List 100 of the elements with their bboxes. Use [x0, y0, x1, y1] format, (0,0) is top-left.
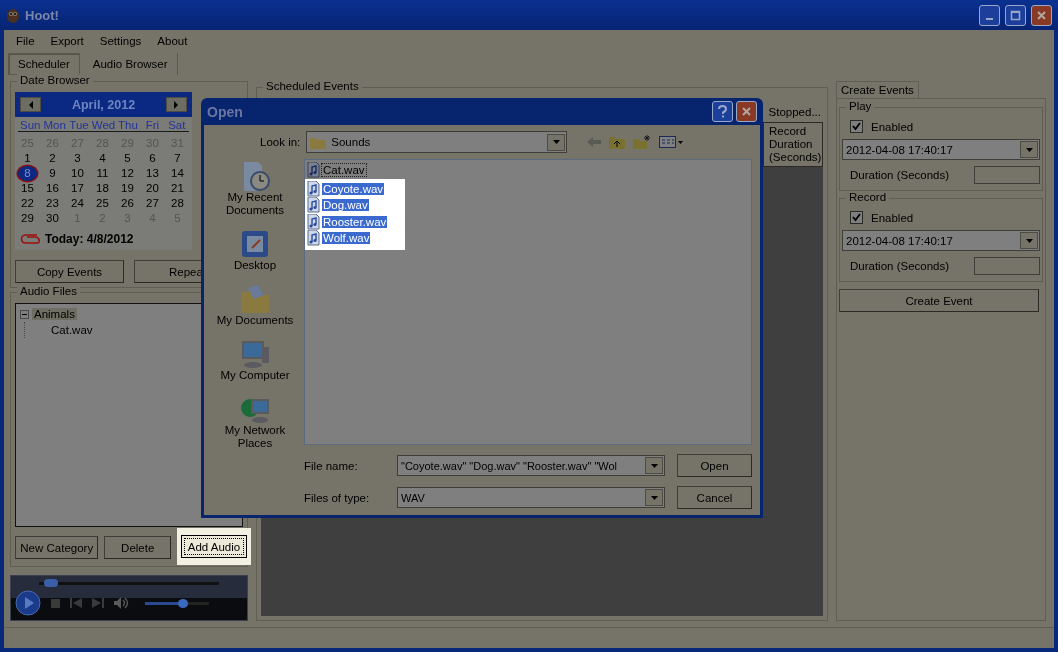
minimize-button[interactable]: [979, 4, 1000, 26]
music-file-icon: [307, 180, 320, 197]
menu-item[interactable]: About: [149, 33, 196, 51]
maximize-button[interactable]: [1005, 4, 1026, 26]
close-icon: [1036, 9, 1047, 21]
help-icon: [717, 105, 728, 118]
menu-item[interactable]: Export: [42, 33, 92, 51]
file-list[interactable]: Cat.wav Coyote.wav Dog.wav Rooster.wav Wolf.wav: [304, 159, 752, 445]
close-button[interactable]: [736, 101, 757, 122]
calendar-day[interactable]: 20: [140, 181, 165, 196]
tab[interactable]: Scheduler: [8, 53, 80, 75]
calendar-day[interactable]: 3: [65, 151, 90, 166]
calendar-day[interactable]: 22: [15, 196, 40, 211]
checkbox[interactable]: [850, 120, 863, 133]
date-time-picker[interactable]: 2012-04-08 17:40:17: [842, 230, 1040, 251]
tab[interactable]: Create Events: [836, 81, 919, 98]
menu-item[interactable]: Settings: [91, 33, 150, 51]
file-name-field[interactable]: "Coyote.wav" "Dog.wav" "Rooster.wav" "Wol: [397, 455, 665, 476]
field-value: "Coyote.wav" "Dog.wav" "Rooster.wav" "Wol: [401, 459, 618, 472]
calendar-day[interactable]: 26: [115, 196, 140, 211]
calendar-day[interactable]: 13: [140, 166, 165, 181]
minimize-icon: [986, 18, 993, 20]
seek-thumb[interactable]: [43, 579, 58, 587]
help-button[interactable]: [712, 101, 733, 122]
button[interactable]: Copy Events: [15, 260, 124, 283]
button[interactable]: Cancel: [677, 486, 752, 509]
dropdown-button[interactable]: [1020, 141, 1038, 158]
calendar-day[interactable]: 19: [115, 181, 140, 196]
button[interactable]: Delete: [104, 536, 171, 559]
calendar-day[interactable]: 27: [140, 196, 165, 211]
checkbox[interactable]: [850, 211, 863, 224]
calendar-day[interactable]: 16: [40, 181, 65, 196]
duration-field[interactable]: [974, 257, 1040, 275]
calendar-day[interactable]: 25: [90, 196, 115, 211]
dropdown-button[interactable]: [645, 489, 663, 506]
field-label: Look in:: [260, 136, 301, 148]
calendar-day[interactable]: 21: [165, 181, 190, 196]
music-file-icon: [307, 162, 320, 179]
duration-field[interactable]: [974, 166, 1040, 184]
view-menu-icon[interactable]: [659, 136, 684, 148]
file-type-dropdown[interactable]: WAV: [397, 487, 665, 508]
places-item[interactable]: My Recent Documents: [212, 161, 298, 217]
play-icon[interactable]: [15, 590, 41, 616]
caret-icon: [1024, 145, 1034, 154]
previous-month-button[interactable]: [20, 97, 41, 112]
computer-icon: [240, 339, 270, 369]
calendar-day[interactable]: 9: [40, 166, 65, 181]
collapse-icon[interactable]: [20, 309, 29, 319]
calendar-day[interactable]: 1: [15, 151, 40, 166]
dropdown-button[interactable]: [547, 133, 566, 151]
file-name[interactable]: Dog.wav: [322, 199, 369, 212]
menu-item[interactable]: File: [8, 33, 43, 51]
calendar-day[interactable]: 8: [18, 166, 37, 181]
calendar-day[interactable]: 5: [115, 151, 140, 166]
calendar-day[interactable]: 7: [165, 151, 190, 166]
calendar-day[interactable]: 2: [40, 151, 65, 166]
file-name[interactable]: Coyote.wav: [322, 182, 385, 195]
weekday-label: Mon: [42, 119, 67, 131]
tree-item[interactable]: Cat.wav: [49, 324, 95, 336]
up-folder-icon[interactable]: [609, 135, 626, 149]
calendar-day[interactable]: 29: [15, 211, 40, 226]
volume-thumb[interactable]: [178, 598, 189, 608]
button[interactable]: New Category: [15, 536, 99, 559]
tree-item[interactable]: Animals: [32, 308, 77, 320]
field-label: Duration (Seconds): [850, 169, 950, 181]
folder-icon: [240, 284, 270, 314]
folder-dropdown[interactable]: Sounds: [306, 131, 568, 153]
speaker-icon[interactable]: [114, 597, 130, 609]
field-label: File name:: [304, 459, 359, 472]
calendar-day[interactable]: 11: [90, 166, 115, 181]
calendar-day[interactable]: 28: [165, 196, 190, 211]
today-label[interactable]: Today: 4/8/2012: [45, 232, 134, 246]
calendar-day[interactable]: 4: [90, 151, 115, 166]
next-month-button[interactable]: [166, 97, 187, 112]
field-label: Files of type:: [304, 491, 371, 504]
new-folder-icon[interactable]: [633, 135, 652, 149]
calendar-day[interactable]: 17: [65, 181, 90, 196]
file-name[interactable]: Rooster.wav: [322, 215, 388, 228]
create-event-button[interactable]: Create Event: [839, 289, 1039, 312]
column-header[interactable]: Record Duration (Seconds): [763, 122, 823, 167]
music-file-icon: [307, 213, 320, 230]
calendar-day[interactable]: 10: [65, 166, 90, 181]
button[interactable]: Add Audio: [181, 535, 247, 558]
button[interactable]: Open: [677, 454, 752, 477]
file-name[interactable]: Wolf.wav: [322, 232, 371, 245]
group-title: Play: [846, 100, 875, 112]
calendar-day[interactable]: 15: [15, 181, 40, 196]
calendar-day[interactable]: 24: [65, 196, 90, 211]
calendar-day[interactable]: 12: [115, 166, 140, 181]
calendar-day[interactable]: 18: [90, 181, 115, 196]
weekday-label: Sat: [167, 119, 187, 131]
dropdown-button[interactable]: [1020, 232, 1038, 249]
calendar-day[interactable]: 6: [140, 151, 165, 166]
close-button[interactable]: [1031, 4, 1052, 26]
date-time-picker[interactable]: 2012-04-08 17:40:17: [842, 139, 1040, 160]
calendar-day[interactable]: 14: [165, 166, 190, 181]
file-name[interactable]: Cat.wav: [322, 164, 366, 177]
calendar-day[interactable]: 30: [40, 211, 65, 226]
calendar-day[interactable]: 23: [40, 196, 65, 211]
dropdown-button[interactable]: [645, 457, 663, 474]
